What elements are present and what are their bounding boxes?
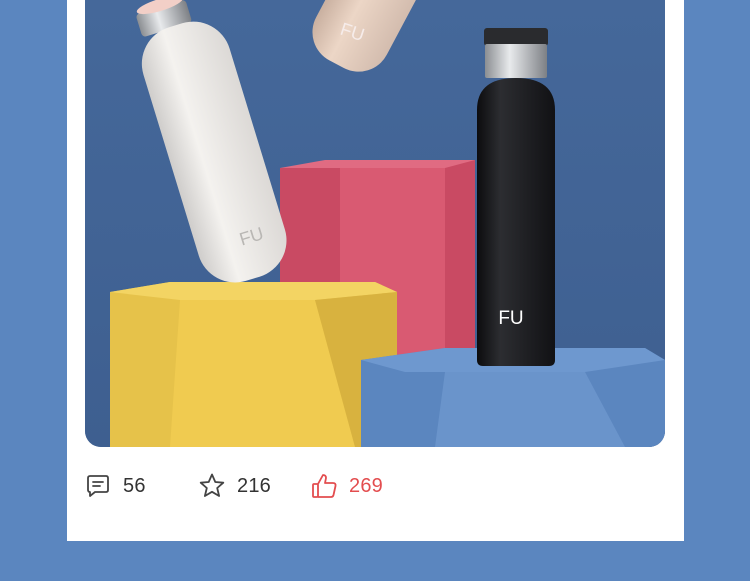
comment-icon — [83, 471, 113, 501]
product-illustration: FU FU FU — [85, 0, 665, 447]
like-count: 269 — [349, 474, 383, 497]
thumbs-up-icon — [309, 471, 339, 501]
comment-button[interactable]: 56 — [83, 460, 146, 512]
favorite-button[interactable]: 216 — [197, 460, 271, 512]
like-button[interactable]: 269 — [309, 460, 383, 512]
post-actions-bar: 56 216 269 — [67, 460, 684, 512]
comment-count: 56 — [123, 474, 146, 497]
favorite-count: 216 — [237, 474, 271, 497]
star-icon — [197, 471, 227, 501]
bottle-logo: FU — [498, 308, 523, 329]
post-image[interactable]: FU FU FU — [85, 0, 665, 447]
post-card: FU FU FU 56 216 269 — [67, 0, 684, 541]
